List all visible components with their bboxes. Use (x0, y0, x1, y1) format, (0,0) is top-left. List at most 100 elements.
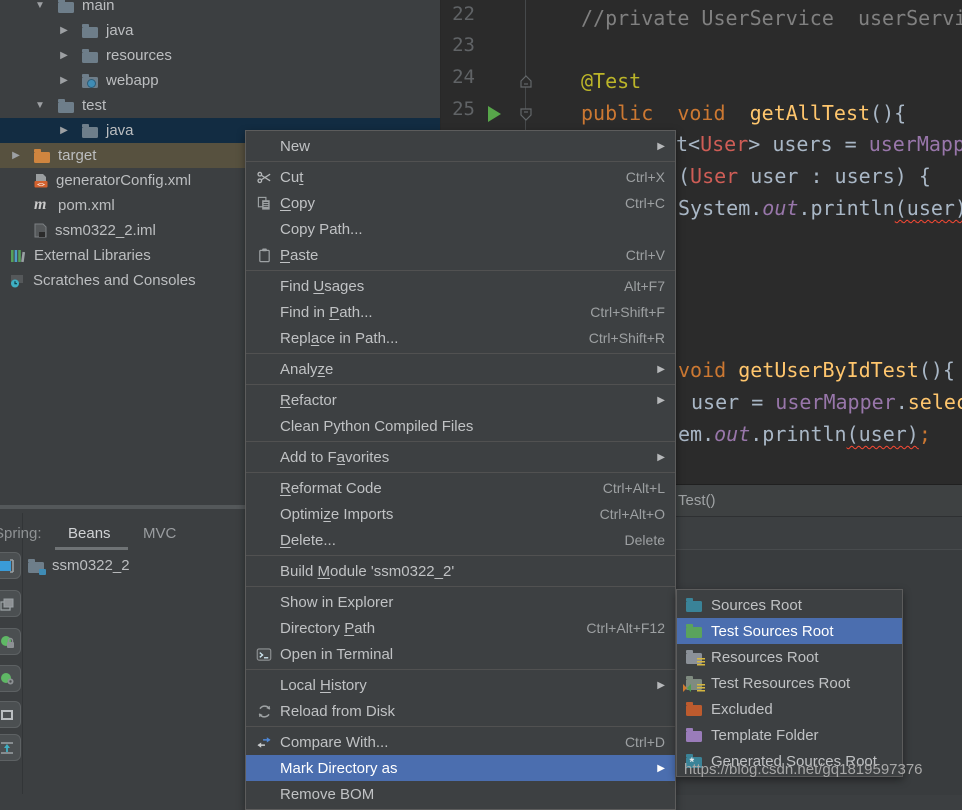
code-line: //private UserService userService; (581, 3, 962, 33)
menu-item-clean-python-compiled-files[interactable]: Clean Python Compiled Files (246, 413, 675, 439)
fold-marker-icon[interactable] (518, 106, 534, 122)
menu-item-show-in-explorer[interactable]: Show in Explorer (246, 589, 675, 615)
menu-item-copy[interactable]: CopyCtrl+C (246, 190, 675, 216)
paste-icon (254, 248, 274, 263)
code-line: void getUserByIdTest(){ (678, 355, 955, 385)
run-test-icon[interactable] (488, 106, 501, 122)
tree-item-label: webapp (106, 72, 159, 89)
collapse-arrow-icon[interactable]: ▼ (32, 100, 48, 111)
menu-item-cut[interactable]: CutCtrl+X (246, 164, 675, 190)
menu-item-label: Find in Path... (280, 304, 566, 321)
fold-marker-icon[interactable] (518, 74, 534, 90)
toolbar-button-layers[interactable] (0, 590, 21, 617)
iml-file-icon (34, 223, 47, 238)
folder-template-icon (683, 728, 705, 742)
menu-item-label: Directory Path (280, 620, 562, 637)
menu-item-analyze[interactable]: Analyze▶ (246, 356, 675, 382)
blue-panel-icon (0, 559, 15, 578)
menu-item-new[interactable]: New▶ (246, 133, 675, 159)
tree-item-test[interactable]: ▼ test (0, 93, 440, 118)
menu-item-label: Cut (280, 169, 602, 186)
menu-item-reformat-code[interactable]: Reformat CodeCtrl+Alt+L (246, 475, 675, 501)
toolbar-button-green-gear[interactable] (0, 665, 21, 692)
menu-item-optimize-imports[interactable]: Optimize ImportsCtrl+Alt+O (246, 501, 675, 527)
menu-item-resources-root[interactable]: Resources Root (677, 644, 902, 670)
line-number[interactable]: 23 (445, 34, 475, 56)
menu-shortcut: Ctrl+V (626, 247, 665, 263)
toolbar-button-panel-outline[interactable] (0, 701, 21, 728)
expand-arrow-icon[interactable]: ▶ (56, 25, 72, 36)
active-tab-underline (55, 547, 128, 550)
tree-item-resources[interactable]: ▶resources (0, 43, 440, 68)
spring-panel-title: Spring: (0, 525, 42, 542)
toolbar-button-blue-panel[interactable] (0, 552, 21, 579)
folder-resources-icon (686, 653, 702, 664)
line-number[interactable]: 25 (445, 98, 475, 120)
expand-arrow-icon[interactable]: ▶ (56, 50, 72, 61)
menu-item-find-usages[interactable]: Find UsagesAlt+F7 (246, 273, 675, 299)
menu-item-refactor[interactable]: Refactor▶ (246, 387, 675, 413)
folder-sources-icon (683, 598, 705, 612)
menu-item-label: Mark Directory as (280, 760, 647, 777)
menu-item-test-sources-root[interactable]: Test Sources Root (677, 618, 902, 644)
tree-item-label: test (82, 97, 106, 114)
menu-item-copy-path[interactable]: Copy Path... (246, 216, 675, 242)
line-number[interactable]: 22 (445, 3, 475, 25)
menu-item-build-module-ssm0322-2[interactable]: Build Module 'ssm0322_2' (246, 558, 675, 584)
menu-separator (246, 669, 675, 670)
tree-item-label: target (58, 147, 96, 164)
menu-item-reload-from-disk[interactable]: Reload from Disk (246, 698, 675, 724)
tab-beans[interactable]: Beans (68, 525, 111, 542)
menu-item-delete[interactable]: Delete...Delete (246, 527, 675, 553)
folder-web-icon (82, 77, 98, 88)
code-line: @Test (581, 66, 641, 96)
folder-icon (58, 102, 74, 113)
menu-item-test-resources-root[interactable]: Test Resources Root (677, 670, 902, 696)
menu-separator (246, 161, 675, 162)
collapse-arrow-icon[interactable]: ▼ (32, 0, 48, 11)
expand-arrow-icon[interactable]: ▶ (56, 125, 72, 136)
code-line: (User user : users) { (678, 161, 931, 191)
menu-item-remove-bom[interactable]: Remove BOM (246, 781, 675, 807)
tree-item-main[interactable]: ▼main (0, 0, 440, 18)
green-gear-icon (0, 672, 15, 691)
expand-arrow-icon[interactable]: ▶ (8, 150, 24, 161)
menu-item-mark-directory-as[interactable]: Mark Directory as▶ (246, 755, 675, 781)
menu-item-label: Excluded (711, 701, 894, 718)
menu-separator (246, 472, 675, 473)
menu-item-sources-root[interactable]: Sources Root (677, 592, 902, 618)
menu-item-compare-with[interactable]: Compare With...Ctrl+D (246, 729, 675, 755)
menu-item-label: Sources Root (711, 597, 894, 614)
line-number[interactable]: 24 (445, 66, 475, 88)
menu-item-label: New (280, 138, 647, 155)
menu-item-paste[interactable]: PasteCtrl+V (246, 242, 675, 268)
menu-item-local-history[interactable]: Local History▶ (246, 672, 675, 698)
toolbar-button-green-lock[interactable] (0, 628, 21, 655)
folder-test-sources-icon (686, 627, 702, 638)
menu-item-label: Reload from Disk (280, 703, 665, 720)
tree-item-label: ssm0322_2.iml (55, 222, 156, 239)
toolbar-button-import-arrow[interactable] (0, 734, 21, 761)
menu-item-excluded[interactable]: Excluded (677, 696, 902, 722)
menu-item-replace-in-path[interactable]: Replace in Path...Ctrl+Shift+R (246, 325, 675, 351)
menu-item-directory-path[interactable]: Directory PathCtrl+Alt+F12 (246, 615, 675, 641)
xml-file-icon: <> (34, 173, 48, 188)
code-line: public void getAllTest(){ (581, 98, 906, 128)
panel-outline-icon (0, 708, 15, 727)
spring-tree-item-ssm0322-2[interactable]: ssm0322_2 (28, 553, 130, 578)
menu-item-label: Analyze (280, 361, 647, 378)
menu-item-find-in-path[interactable]: Find in Path... Ctrl+Shift+F (246, 299, 675, 325)
tree-item-webapp[interactable]: ▶ webapp (0, 68, 440, 93)
tree-item-label: pom.xml (58, 197, 115, 214)
folder-test-resources-icon (686, 679, 702, 690)
tree-item-java[interactable]: ▶java (0, 18, 440, 43)
tab-mvc[interactable]: MVC (143, 525, 176, 542)
expand-arrow-icon[interactable]: ▶ (56, 75, 72, 86)
menu-item-open-in-terminal[interactable]: Open in Terminal (246, 641, 675, 667)
menu-shortcut: Ctrl+Shift+F (590, 304, 665, 320)
code-line: user = userMapper.selec (691, 387, 962, 417)
menu-separator (246, 353, 675, 354)
toolbar-divider (22, 513, 23, 794)
menu-item-template-folder[interactable]: Template Folder (677, 722, 902, 748)
menu-item-add-to-favorites[interactable]: Add to Favorites▶ (246, 444, 675, 470)
